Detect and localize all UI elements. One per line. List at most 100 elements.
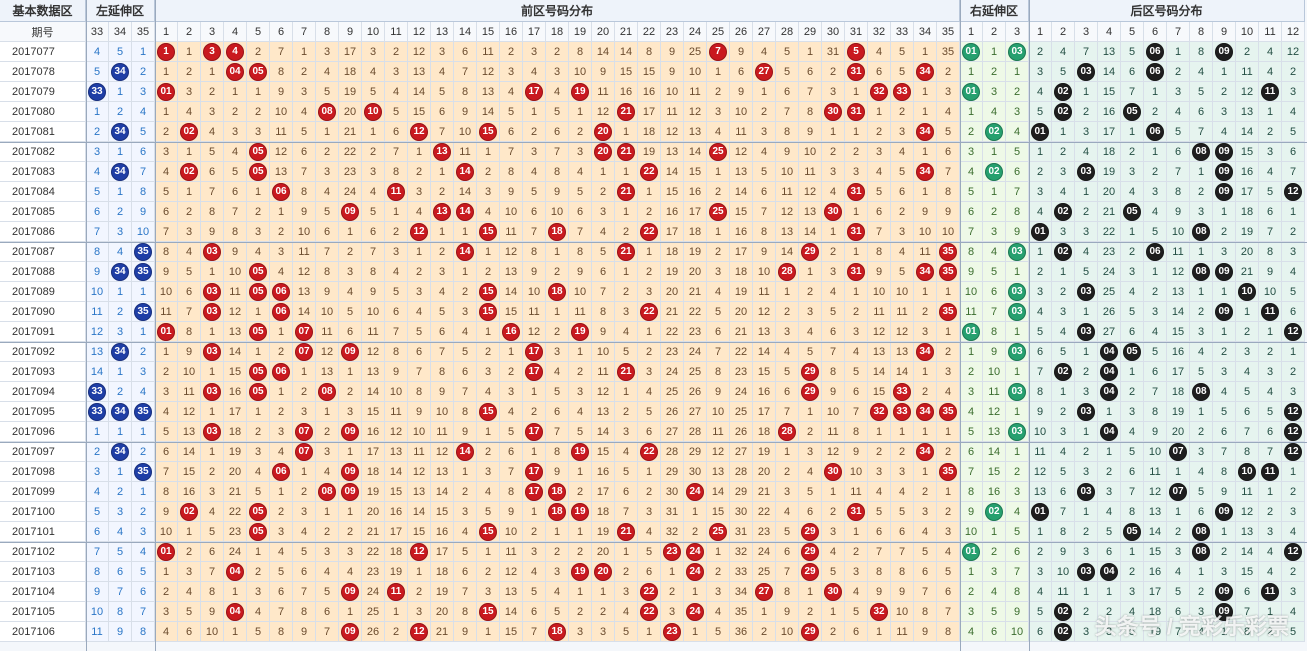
front-hit-ball: 06: [272, 462, 290, 481]
front-cell: 7: [316, 622, 339, 642]
left-cell: 34: [109, 342, 132, 362]
front-hit-ball: 03: [203, 282, 221, 301]
front-cell: 3: [293, 82, 316, 102]
front-cell: 2: [477, 562, 500, 582]
back-cell: 2: [1259, 122, 1282, 142]
right-hit-ball: 03: [1008, 242, 1026, 261]
front-cell: 8: [546, 162, 569, 182]
front-cell: 28: [661, 442, 684, 462]
front-cell: 22: [638, 442, 661, 462]
front-hit-ball: 25: [709, 202, 727, 221]
front-cell: 2: [753, 102, 776, 122]
front-cell: 20: [661, 282, 684, 302]
back-hit-ball: 04: [1100, 342, 1118, 361]
front-cell: 8: [891, 562, 914, 582]
back-cell: 2: [1282, 362, 1305, 382]
front-cell: 7: [155, 222, 178, 242]
back-cell: 08: [1190, 542, 1213, 562]
front-cell: 11: [891, 622, 914, 642]
front-cell: 4: [523, 162, 546, 182]
back-col-5: 5: [1121, 22, 1144, 42]
back-cell: 2: [1282, 62, 1305, 82]
front-cell: 34: [914, 402, 937, 422]
front-hit-ball: 03: [203, 422, 221, 441]
back-cell: 3: [1121, 262, 1144, 282]
front-cell: 5: [776, 362, 799, 382]
front-cell: 6: [868, 62, 891, 82]
front-cell: 11: [776, 182, 799, 202]
front-cell: 9: [546, 462, 569, 482]
back-hit-ball: 08: [1192, 382, 1210, 401]
right-cell: 1: [960, 62, 983, 82]
front-cell: 9: [592, 322, 615, 342]
front-cell: 23: [224, 522, 247, 542]
front-cell: 8: [431, 362, 454, 382]
front-hit-ball: 20: [594, 562, 612, 581]
table-row-period: 2017098: [0, 462, 86, 482]
front-cell: 04: [224, 562, 247, 582]
front-cell: 8: [569, 242, 592, 262]
back-hit-ball: 03: [1077, 62, 1095, 81]
right-cell: 4: [983, 102, 1006, 122]
front-col-23: 23: [661, 22, 684, 42]
front-cell: 21: [339, 122, 362, 142]
front-cell: 3: [546, 62, 569, 82]
back-cell: 14: [1144, 522, 1167, 542]
front-cell: 2: [247, 562, 270, 582]
left-cell: 35: [132, 402, 155, 422]
right-hit-ball: 03: [1008, 42, 1026, 61]
front-cell: 2: [799, 282, 822, 302]
front-cell: 6: [270, 582, 293, 602]
front-cell: 1: [845, 202, 868, 222]
back-cell: 08: [1190, 522, 1213, 542]
back-hit-ball: 09: [1215, 162, 1233, 181]
front-cell: 4: [937, 102, 960, 122]
back-hit-ball: 06: [1146, 122, 1164, 141]
back-cell: 1: [1282, 462, 1305, 482]
back-cell: 1: [1213, 62, 1236, 82]
front-cell: 3: [776, 322, 799, 342]
front-cell: 2: [178, 202, 201, 222]
left-cell: 4: [109, 242, 132, 262]
back-cell: 5: [1190, 362, 1213, 382]
left-cell: 7: [86, 542, 109, 562]
table-row-period: 2017082: [0, 142, 86, 162]
front-cell: 6: [776, 382, 799, 402]
front-cell: 22: [638, 582, 661, 602]
front-cell: 3: [615, 422, 638, 442]
front-cell: 4: [500, 82, 523, 102]
front-cell: 1: [477, 622, 500, 642]
front-cell: 32: [661, 522, 684, 542]
front-cell: 1: [615, 382, 638, 402]
back-cell: 3: [1121, 162, 1144, 182]
front-cell: 9: [362, 282, 385, 302]
front-cell: 23: [661, 342, 684, 362]
front-cell: 1: [201, 262, 224, 282]
front-cell: 1: [155, 562, 178, 582]
back-cell: 05: [1121, 342, 1144, 362]
front-cell: 19: [684, 242, 707, 262]
front-cell: 25: [753, 562, 776, 582]
front-cell: 1: [201, 442, 224, 462]
back-cell: 6: [1121, 322, 1144, 342]
front-cell: 34: [730, 582, 753, 602]
front-cell: 12: [592, 102, 615, 122]
front-hit-ball: 05: [249, 142, 267, 161]
right-cell: 01: [960, 42, 983, 62]
front-cell: 6: [293, 142, 316, 162]
back-cell: 2: [1282, 482, 1305, 502]
front-cell: 8: [592, 302, 615, 322]
front-cell: 34: [914, 162, 937, 182]
front-col-28: 28: [776, 22, 799, 42]
front-cell: 4: [615, 322, 638, 342]
front-cell: 12: [799, 182, 822, 202]
right-cell: 2: [960, 362, 983, 382]
front-cell: 3: [891, 122, 914, 142]
back-cell: 8: [1121, 502, 1144, 522]
front-cell: 3: [316, 162, 339, 182]
table-row-period: 2017101: [0, 522, 86, 542]
front-col-7: 7: [293, 22, 316, 42]
front-cell: 7: [776, 402, 799, 422]
back-cell: 4: [1029, 202, 1052, 222]
left-cell: 8: [86, 562, 109, 582]
